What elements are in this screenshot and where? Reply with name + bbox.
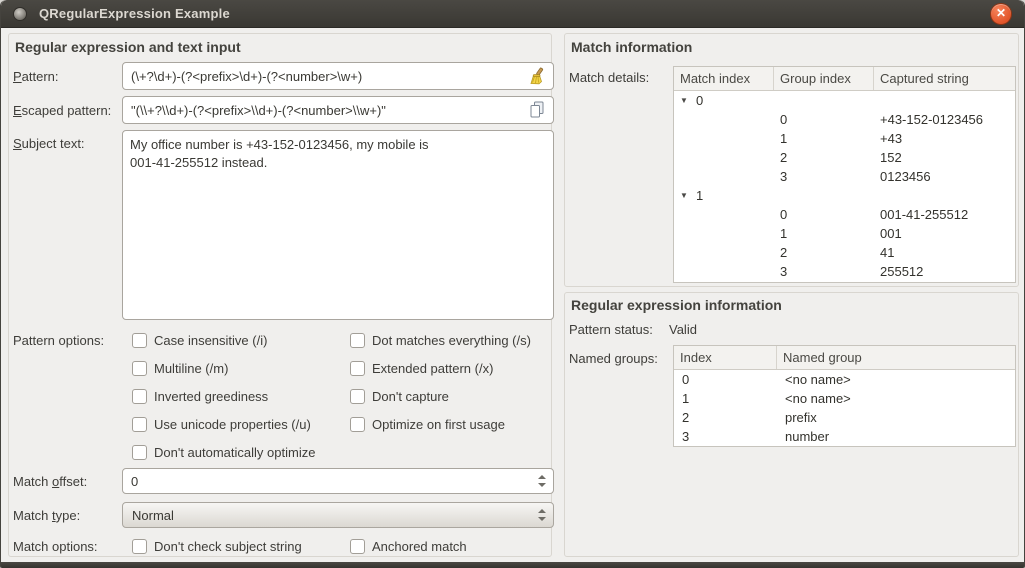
- checkbox[interactable]: [132, 445, 147, 460]
- checkbox[interactable]: [132, 361, 147, 376]
- app-window: QRegularExpression Example ✕ Regular exp…: [0, 0, 1025, 568]
- combo-arrows: [537, 508, 546, 522]
- named-groups-label: Named groups:: [569, 351, 658, 366]
- match-offset-spinbox[interactable]: 0: [122, 468, 554, 494]
- window-title: QRegularExpression Example: [39, 6, 230, 21]
- input-group-title: Regular expression and text input: [15, 39, 241, 55]
- checkbox[interactable]: [350, 361, 365, 376]
- match-offset-label: Match offset:: [13, 474, 87, 489]
- option-dot-matches-everything[interactable]: Dot matches everything (/s): [350, 332, 531, 348]
- subject-textarea[interactable]: My office number is +43-152-0123456, my …: [122, 130, 554, 320]
- spin-down-icon[interactable]: [538, 483, 546, 487]
- escaped-pattern-input[interactable]: "(\\+?\\d+)-(?<prefix>\\d+)-(?<number>\\…: [122, 96, 554, 124]
- option-extended-pattern[interactable]: Extended pattern (/x): [350, 360, 493, 376]
- match-options-label: Match options:: [13, 539, 98, 554]
- tree-row[interactable]: 1 001: [674, 224, 1015, 243]
- expand-arrow-icon[interactable]: ▼: [680, 186, 688, 205]
- close-button[interactable]: ✕: [991, 4, 1011, 24]
- table-row[interactable]: 2 prefix: [674, 408, 1015, 427]
- combo-up-icon: [538, 509, 546, 513]
- pattern-value: (\+?\d+)-(?<prefix>\d+)-(?<number>\w+): [131, 69, 521, 84]
- tree-row-match-1[interactable]: ▼ 1: [674, 186, 1015, 205]
- tree-row[interactable]: 3 0123456: [674, 167, 1015, 186]
- checkbox[interactable]: [350, 389, 365, 404]
- checkbox[interactable]: [132, 417, 147, 432]
- tree-row[interactable]: 2 152: [674, 148, 1015, 167]
- close-icon: ✕: [991, 4, 1011, 23]
- match-type-label: Match type:: [13, 508, 80, 523]
- checkbox[interactable]: [350, 539, 365, 554]
- tree-row[interactable]: 0 +43-152-0123456: [674, 110, 1015, 129]
- table-header: Index Named group: [674, 346, 1015, 370]
- match-group-title: Match information: [571, 39, 692, 55]
- pattern-status-value: Valid: [669, 322, 697, 337]
- tree-row[interactable]: 1 +43: [674, 129, 1015, 148]
- checkbox[interactable]: [350, 417, 365, 432]
- option-anchored-match[interactable]: Anchored match: [350, 538, 467, 554]
- combo-down-icon: [538, 517, 546, 521]
- subject-text-label: Subject text:: [13, 136, 85, 151]
- tree-row[interactable]: 3 255512: [674, 262, 1015, 281]
- regex-group-title: Regular expression information: [571, 297, 782, 313]
- escaped-pattern-value: "(\\+?\\d+)-(?<prefix>\\d+)-(?<number>\\…: [131, 103, 523, 118]
- table-body: 0 <no name> 1 <no name> 2 prefix 3 numbe…: [674, 370, 1015, 446]
- escaped-pattern-label: Escaped pattern:: [13, 103, 111, 118]
- option-dont-check-subject[interactable]: Don't check subject string: [132, 538, 302, 554]
- table-row[interactable]: 3 number: [674, 427, 1015, 446]
- match-type-combobox[interactable]: Normal: [122, 502, 554, 528]
- pattern-label: Pattern:: [13, 69, 59, 84]
- copy-button[interactable]: [529, 101, 545, 119]
- named-groups-table[interactable]: Index Named group 0 <no name> 1 <no name…: [673, 345, 1016, 447]
- option-multiline[interactable]: Multiline (/m): [132, 360, 228, 376]
- column-header-index[interactable]: Index: [674, 346, 777, 369]
- match-offset-value: 0: [131, 474, 545, 489]
- checkbox[interactable]: [132, 389, 147, 404]
- column-header-match-index[interactable]: Match index: [674, 67, 774, 90]
- option-inverted-greediness[interactable]: Inverted greediness: [132, 388, 268, 404]
- spinner-arrows[interactable]: [537, 474, 546, 488]
- tree-row[interactable]: 2 41: [674, 243, 1015, 262]
- match-type-value: Normal: [132, 508, 174, 523]
- copy-icon: [529, 101, 545, 119]
- option-dont-auto-optimize[interactable]: Don't automatically optimize: [132, 444, 315, 460]
- match-details-label: Match details:: [569, 70, 649, 85]
- tree-row[interactable]: 0 001-41-255512: [674, 205, 1015, 224]
- titlebar: QRegularExpression Example ✕: [1, 0, 1024, 28]
- window-bottom-border: [1, 562, 1024, 568]
- checkbox[interactable]: [132, 539, 147, 554]
- table-row[interactable]: 0 <no name>: [674, 370, 1015, 389]
- column-header-named-group[interactable]: Named group: [777, 346, 1015, 369]
- column-header-group-index[interactable]: Group index: [774, 67, 874, 90]
- column-header-captured-string[interactable]: Captured string: [874, 67, 1015, 90]
- spin-up-icon[interactable]: [538, 475, 546, 479]
- clear-pattern-button[interactable]: [527, 67, 545, 85]
- option-case-insensitive[interactable]: Case insensitive (/i): [132, 332, 267, 348]
- pattern-options-label: Pattern options:: [13, 333, 104, 348]
- checkbox[interactable]: [350, 333, 365, 348]
- checkbox[interactable]: [132, 333, 147, 348]
- table-row[interactable]: 1 <no name>: [674, 389, 1015, 408]
- tree-row-match-0[interactable]: ▼ 0: [674, 91, 1015, 110]
- window-icon: [14, 8, 26, 20]
- option-optimize-first-usage[interactable]: Optimize on first usage: [350, 416, 505, 432]
- pattern-input[interactable]: (\+?\d+)-(?<prefix>\d+)-(?<number>\w+): [122, 62, 554, 90]
- pattern-status-label: Pattern status:: [569, 322, 653, 337]
- broom-icon: [527, 67, 545, 85]
- expand-arrow-icon[interactable]: ▼: [680, 91, 688, 110]
- match-details-tree[interactable]: Match index Group index Captured string …: [673, 66, 1016, 283]
- tree-body: ▼ 0 0 +43-152-0123456 1 +43 2 152 3 0123…: [674, 91, 1015, 281]
- option-unicode-properties[interactable]: Use unicode properties (/u): [132, 416, 311, 432]
- option-dont-capture[interactable]: Don't capture: [350, 388, 449, 404]
- tree-header: Match index Group index Captured string: [674, 67, 1015, 91]
